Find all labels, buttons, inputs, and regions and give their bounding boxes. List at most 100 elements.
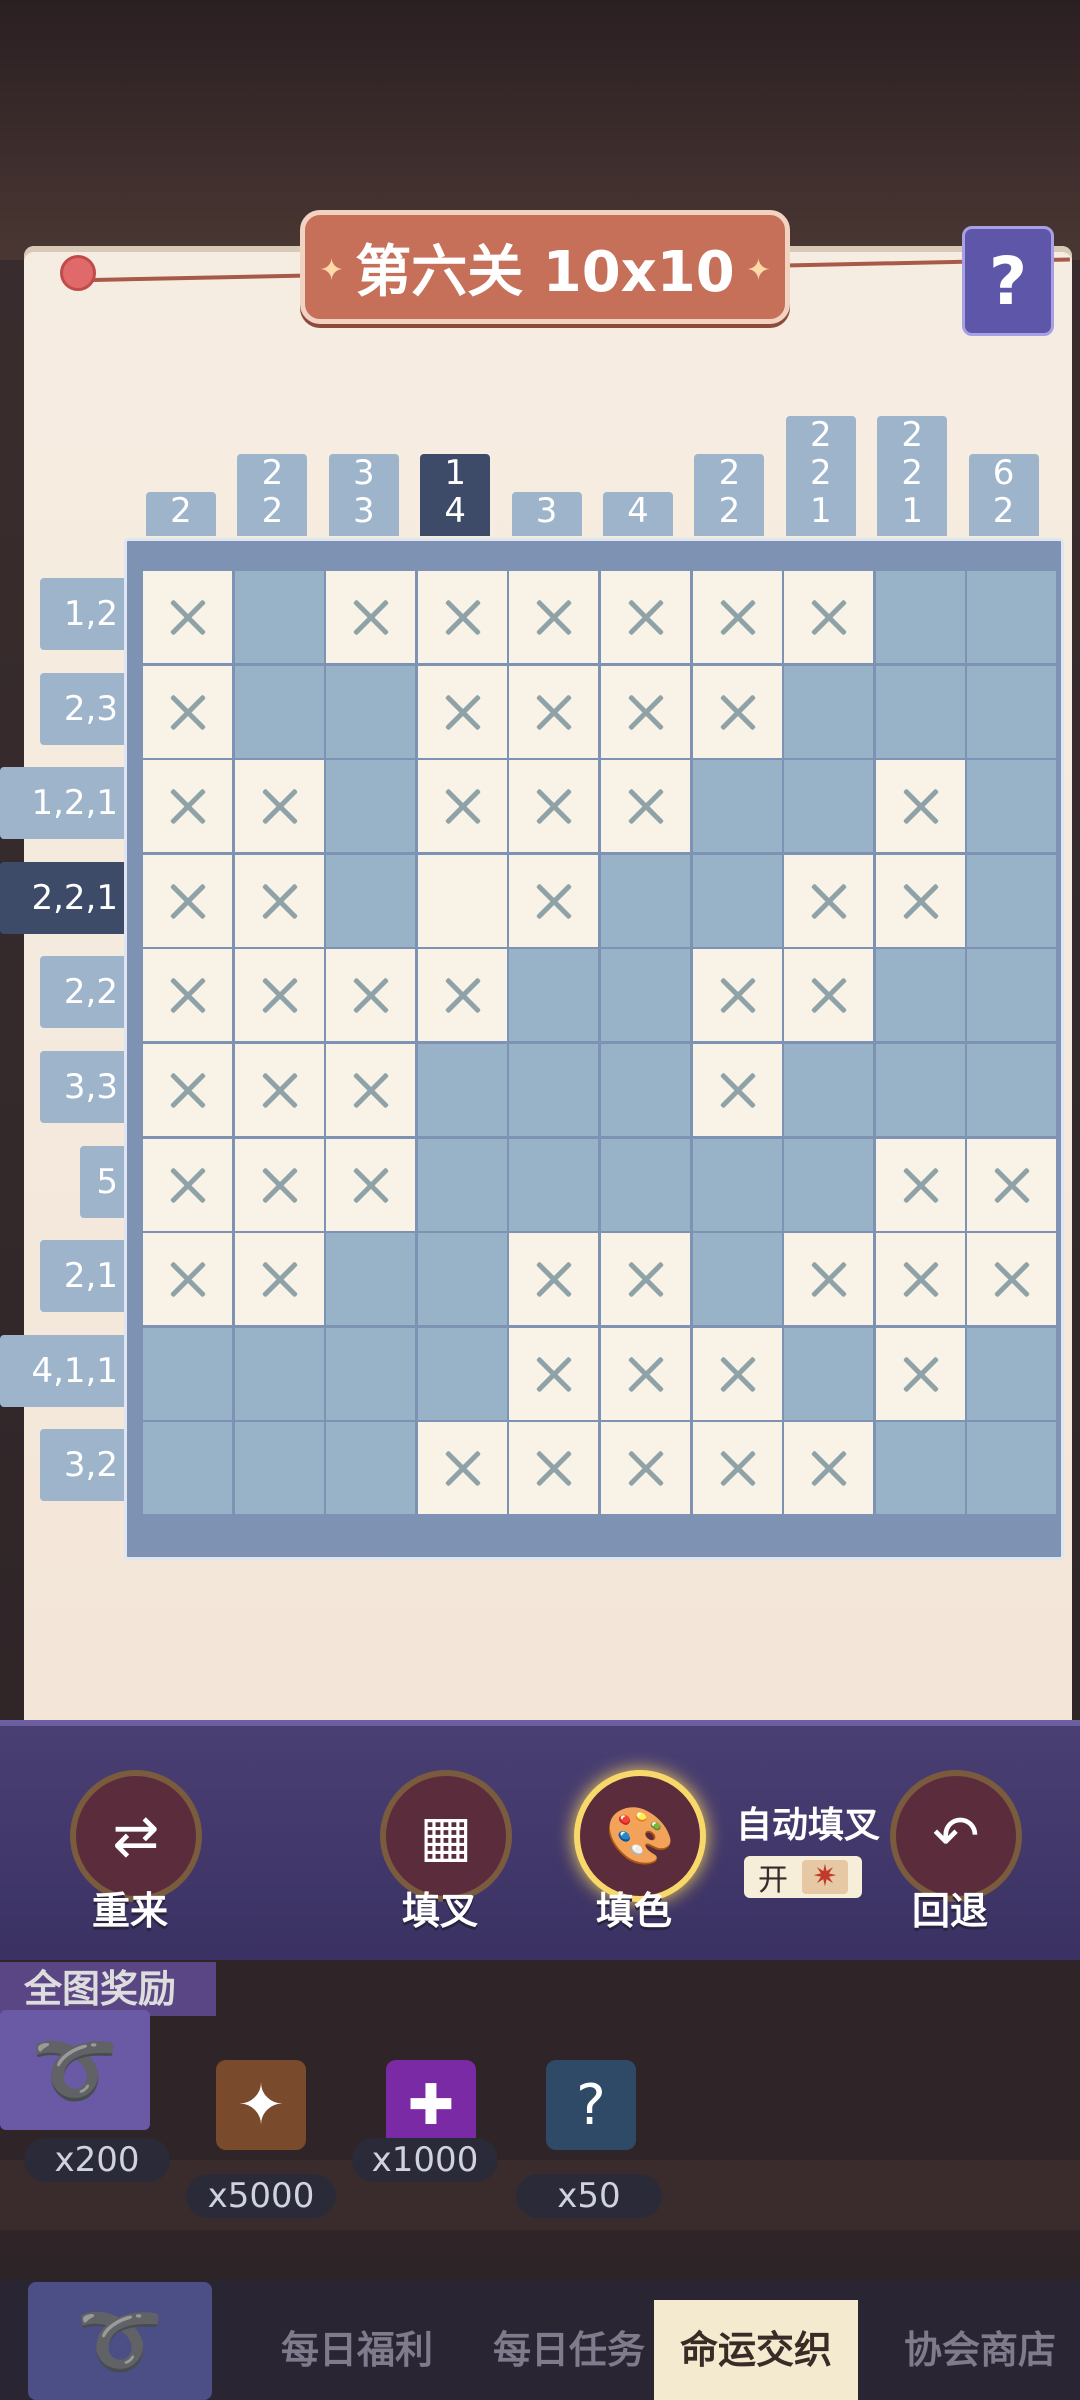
grid-cell-filled[interactable] [692, 760, 782, 853]
grid-cell-crossed[interactable] [143, 760, 232, 853]
grid-cell-filled[interactable] [967, 949, 1057, 1042]
grid-cell-crossed[interactable] [417, 571, 507, 663]
grid-cell-crossed[interactable] [234, 1233, 324, 1326]
grid-cell-crossed[interactable] [234, 854, 324, 947]
grid-cell-crossed[interactable] [692, 1422, 782, 1515]
grid-cell-crossed[interactable] [234, 1138, 324, 1231]
grid-cell-crossed[interactable] [143, 1233, 232, 1326]
grid-cell-crossed[interactable] [875, 1327, 965, 1420]
grid-cell-filled[interactable] [784, 1138, 874, 1231]
grid-cell-crossed[interactable] [326, 571, 416, 663]
grid-cell-crossed[interactable] [692, 949, 782, 1042]
grid-cell-crossed[interactable] [692, 1043, 782, 1136]
grid-cell-crossed[interactable] [509, 1327, 599, 1420]
grid-cell-crossed[interactable] [600, 665, 690, 758]
grid-cell-filled[interactable] [417, 1327, 507, 1420]
grid-cell-filled[interactable] [967, 1422, 1057, 1515]
grid-cell-crossed[interactable] [509, 760, 599, 853]
grid-cell-filled[interactable] [509, 949, 599, 1042]
grid-cell-crossed[interactable] [784, 949, 874, 1042]
grid-cell-crossed[interactable] [784, 1233, 874, 1326]
grid-cell-filled[interactable] [600, 854, 690, 947]
grid-cell-filled[interactable] [967, 760, 1057, 853]
grid-cell-filled[interactable] [326, 1422, 416, 1515]
grid-cell-crossed[interactable] [509, 1233, 599, 1326]
grid-cell-filled[interactable] [326, 665, 416, 758]
grid-cell-crossed[interactable] [784, 571, 874, 663]
grid-cell-crossed[interactable] [600, 1327, 690, 1420]
grid-cell-crossed[interactable] [143, 571, 232, 663]
grid-cell-crossed[interactable] [692, 1327, 782, 1420]
grid-cell-crossed[interactable] [143, 1043, 232, 1136]
grid-cell-crossed[interactable] [967, 1138, 1057, 1231]
grid-cell-filled[interactable] [784, 665, 874, 758]
grid-cell-crossed[interactable] [692, 571, 782, 663]
grid-cell-filled[interactable] [967, 571, 1057, 663]
grid-cell-crossed[interactable] [875, 1233, 965, 1326]
back-button[interactable]: ➰ [28, 2282, 212, 2400]
grid-cell-crossed[interactable] [234, 1043, 324, 1136]
grid-cell-crossed[interactable] [600, 1422, 690, 1515]
grid-cell-filled[interactable] [967, 665, 1057, 758]
grid-cell-crossed[interactable] [234, 949, 324, 1042]
grid-cell-filled[interactable] [967, 854, 1057, 947]
grid-cell-filled[interactable] [417, 1043, 507, 1136]
tab-daily-welfare[interactable]: 每日福利 [262, 2300, 452, 2400]
grid-cell-crossed[interactable] [326, 949, 416, 1042]
grid-cell-crossed[interactable] [875, 854, 965, 947]
grid-cell-crossed[interactable] [417, 760, 507, 853]
grid-cell-filled[interactable] [967, 1043, 1057, 1136]
grid-cell-crossed[interactable] [326, 1043, 416, 1136]
grid-cell-filled[interactable] [967, 1327, 1057, 1420]
grid-cell-crossed[interactable] [143, 949, 232, 1042]
grid-cell-filled[interactable] [600, 949, 690, 1042]
grid-cell-filled[interactable] [784, 1327, 874, 1420]
grid-cell-filled[interactable] [875, 571, 965, 663]
grid-cell-crossed[interactable] [326, 1138, 416, 1231]
grid-cell-crossed[interactable] [509, 571, 599, 663]
grid-cell-crossed[interactable] [692, 665, 782, 758]
grid-cell-filled[interactable] [326, 854, 416, 947]
grid-cell-crossed[interactable] [600, 571, 690, 663]
grid-cell-filled[interactable] [417, 1138, 507, 1231]
grid-cell-crossed[interactable] [875, 760, 965, 853]
grid-cell-filled[interactable] [692, 854, 782, 947]
grid-cell-filled[interactable] [234, 1327, 324, 1420]
tab-guild-shop[interactable]: 协会商店 [880, 2300, 1080, 2400]
grid-cell-filled[interactable] [326, 1233, 416, 1326]
grid-cell-filled[interactable] [875, 1043, 965, 1136]
grid-cell-crossed[interactable] [784, 1422, 874, 1515]
grid-cell-crossed[interactable] [784, 854, 874, 947]
grid-cell-crossed[interactable] [875, 1138, 965, 1231]
grid-cell-filled[interactable] [234, 571, 324, 663]
grid-cell-filled[interactable] [509, 1043, 599, 1136]
grid-cell-crossed[interactable] [143, 665, 232, 758]
grid-cell-crossed[interactable] [417, 1422, 507, 1515]
grid-cell-filled[interactable] [784, 760, 874, 853]
grid-cell-crossed[interactable] [143, 854, 232, 947]
grid-cell-crossed[interactable] [509, 854, 599, 947]
grid-cell-filled[interactable] [234, 665, 324, 758]
grid-cell-crossed[interactable] [967, 1233, 1057, 1326]
grid-cell-filled[interactable] [326, 1327, 416, 1420]
grid-cell-crossed[interactable] [509, 1422, 599, 1515]
grid-cell-filled[interactable] [784, 1043, 874, 1136]
grid-cell-filled[interactable] [875, 1422, 965, 1515]
grid-cell-filled[interactable] [600, 1043, 690, 1136]
grid-cell-filled[interactable] [143, 1422, 232, 1515]
grid-cell-crossed[interactable] [509, 665, 599, 758]
grid-cell-crossed[interactable] [417, 665, 507, 758]
grid-cell-filled[interactable] [326, 760, 416, 853]
grid-cell-filled[interactable] [509, 1138, 599, 1231]
grid-cell-filled[interactable] [875, 949, 965, 1042]
grid-cell-filled[interactable] [875, 665, 965, 758]
tab-daily-tasks[interactable]: 每日任务 [474, 2300, 664, 2400]
grid-cell-filled[interactable] [143, 1327, 232, 1420]
grid-cell-crossed[interactable] [600, 760, 690, 853]
grid-cell-crossed[interactable] [600, 1233, 690, 1326]
grid-cell-filled[interactable] [692, 1138, 782, 1231]
grid-cell-filled[interactable] [600, 1138, 690, 1231]
auto-cross-toggle[interactable]: 开 ✷ [744, 1856, 862, 1898]
grid-cell-filled[interactable] [417, 1233, 507, 1326]
grid-cell-crossed[interactable] [234, 760, 324, 853]
